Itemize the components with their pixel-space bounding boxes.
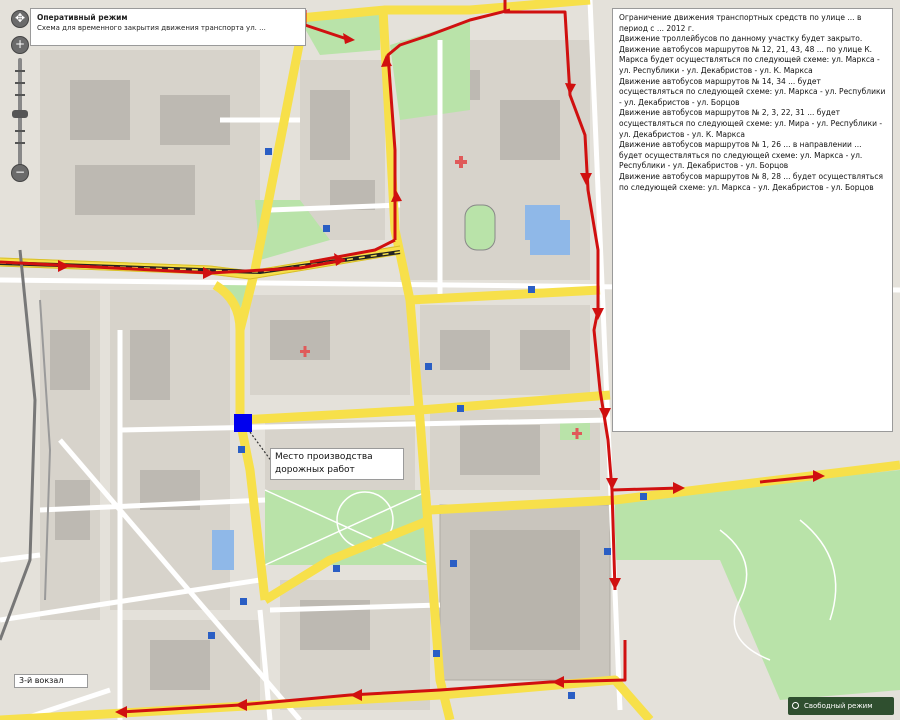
- bus-stop-icon: [433, 650, 440, 657]
- bus-stop-icon: [238, 446, 245, 453]
- corner-label: 3-й вокзал: [14, 674, 88, 688]
- bus-stop-icon: [240, 598, 247, 605]
- pan-control-icon[interactable]: ✥: [11, 10, 29, 28]
- zoom-out-button[interactable]: −: [11, 164, 29, 182]
- work-site-label: Место производства дорожных работ: [270, 448, 404, 480]
- description-paragraph: Движение автобусов маршрутов № 1, 26 ...…: [619, 140, 863, 171]
- bus-stop-icon: [450, 560, 457, 567]
- bus-stop-icon: [208, 632, 215, 639]
- description-paragraph: Движение автобусов маршрутов № 14, 34 ..…: [619, 76, 886, 107]
- zoom-control: ✥ + −: [9, 10, 31, 182]
- free-mode-button[interactable]: Свободный режим: [788, 697, 894, 715]
- mode-title: Оперативный режим: [37, 13, 128, 22]
- description-paragraph: Движение автобусов маршрутов № 8, 28 ...…: [619, 171, 883, 192]
- description-paragraph: Ограничение движения транспортных средст…: [619, 13, 862, 33]
- mode-info-panel: Оперативный режим Схема для временного з…: [30, 8, 306, 46]
- bus-stop-icon: [640, 493, 647, 500]
- zoom-in-button[interactable]: +: [11, 36, 29, 54]
- bus-stop-icon: [265, 148, 272, 155]
- zoom-slider-handle[interactable]: [12, 110, 28, 118]
- bus-stop-icon: [333, 565, 340, 572]
- central-square-building: [470, 530, 580, 650]
- work-site-marker[interactable]: [234, 414, 252, 432]
- free-mode-button-label: Свободный режим: [804, 702, 873, 710]
- bus-stop-icon: [457, 405, 464, 412]
- bus-stop-icon: [604, 548, 611, 555]
- description-paragraph: Движение автобусов маршрутов № 12, 21, 4…: [619, 44, 880, 75]
- description-paragraph: Движение троллейбусов по данному участку…: [619, 34, 863, 44]
- bus-stop-icon: [528, 286, 535, 293]
- stadium: [464, 204, 496, 251]
- bus-stop-icon: [568, 692, 575, 699]
- bus-stop-icon: [323, 225, 330, 232]
- description-paragraph: Движение автобусов маршрутов № 2, 3, 22,…: [619, 108, 883, 139]
- detour-description-panel: Ограничение движения транспортных средст…: [612, 8, 893, 432]
- bus-stop-icon: [425, 363, 432, 370]
- mode-subtitle: Схема для временного закрытия движения т…: [37, 24, 266, 32]
- search-icon: [792, 702, 799, 709]
